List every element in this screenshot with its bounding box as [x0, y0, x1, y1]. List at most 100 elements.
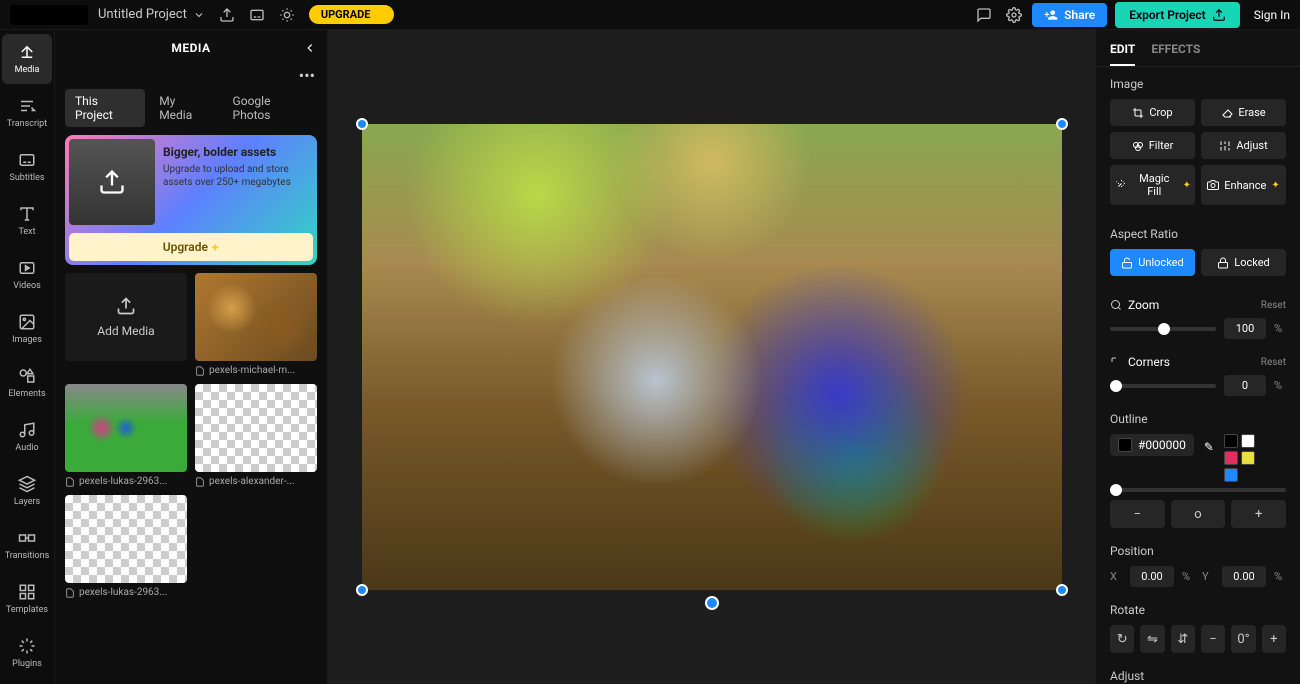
export-icon	[1212, 8, 1226, 22]
add-media-button[interactable]: Add Media	[65, 273, 187, 361]
upload-icon[interactable]	[219, 7, 235, 23]
eraser-icon	[1221, 107, 1233, 119]
resize-handle-br[interactable]	[1056, 584, 1068, 596]
enhance-button[interactable]: Enhance ✦	[1201, 165, 1286, 205]
rail-transitions[interactable]: Transitions	[2, 520, 52, 570]
camera-icon	[1207, 179, 1219, 191]
rail-transcript[interactable]: Transcript	[2, 88, 52, 138]
text-icon	[18, 205, 36, 223]
resize-handle-bl[interactable]	[356, 584, 368, 596]
swatch-blue[interactable]	[1224, 468, 1238, 482]
locked-button[interactable]: Locked	[1201, 249, 1286, 276]
rotate-plus[interactable]: +	[1262, 625, 1286, 653]
chevron-down-icon	[193, 9, 205, 21]
file-icon	[65, 477, 75, 487]
promo-upgrade-button[interactable]: Upgrade ✦	[69, 233, 313, 261]
outline-value[interactable]: o	[1171, 500, 1226, 528]
rail-templates[interactable]: Templates	[2, 574, 52, 624]
panel-title: MEDIA	[171, 41, 210, 55]
ptab-edit[interactable]: EDIT	[1110, 42, 1135, 66]
canvas-frame[interactable]	[362, 124, 1062, 590]
media-thumb[interactable]	[65, 384, 187, 472]
rail-subtitles[interactable]: Subtitles	[2, 142, 52, 192]
upgrade-pill[interactable]: UPGRADE ✦	[309, 5, 394, 24]
project-name-dropdown[interactable]: Untitled Project	[98, 7, 205, 22]
rotate-minus[interactable]: −	[1201, 625, 1225, 653]
corners-reset[interactable]: Reset	[1261, 357, 1286, 368]
file-icon	[195, 477, 205, 487]
signin-link[interactable]: Sign In	[1254, 8, 1290, 22]
filter-button[interactable]: Filter	[1110, 132, 1195, 159]
resize-handle-tr[interactable]	[1056, 118, 1068, 130]
swatch-black[interactable]	[1224, 434, 1238, 448]
corners-value[interactable]: 0	[1224, 375, 1266, 396]
rail-media[interactable]: Media	[2, 34, 52, 84]
upload-icon	[116, 296, 136, 316]
magic-fill-button[interactable]: Magic Fill ✦	[1110, 165, 1195, 205]
media-item[interactable]: pexels-michael-m...	[195, 273, 317, 376]
eyedropper-icon[interactable]: ✎	[1198, 434, 1220, 460]
transitions-icon	[18, 529, 36, 547]
media-thumb[interactable]	[195, 273, 317, 361]
tab-this-project[interactable]: This Project	[65, 89, 145, 127]
flip-h-icon[interactable]: ⇋	[1140, 625, 1164, 653]
media-panel: MEDIA ••• This Project My Media Google P…	[55, 30, 328, 684]
captions-icon[interactable]	[249, 7, 265, 23]
position-x[interactable]: 0.00	[1130, 566, 1174, 587]
zoom-reset[interactable]: Reset	[1261, 300, 1286, 311]
export-project-button[interactable]: Export Project	[1115, 2, 1239, 28]
layers-icon	[18, 475, 36, 493]
rail-audio[interactable]: Audio	[2, 412, 52, 462]
tab-my-media[interactable]: My Media	[149, 89, 218, 127]
outline-slider[interactable]	[1110, 488, 1286, 492]
swatch-yellow[interactable]	[1241, 451, 1255, 465]
outline-minus[interactable]: −	[1110, 500, 1165, 528]
tab-google-photos[interactable]: Google Photos	[223, 89, 317, 127]
settings-icon[interactable]	[1006, 7, 1022, 23]
share-button[interactable]: Share	[1032, 3, 1107, 27]
elements-icon	[18, 367, 36, 385]
theme-toggle-icon[interactable]	[279, 7, 295, 23]
rail-plugins[interactable]: Plugins	[2, 628, 52, 678]
corners-slider[interactable]	[1110, 384, 1216, 388]
canvas-image[interactable]	[362, 124, 1062, 590]
flip-v-icon[interactable]: ⇵	[1171, 625, 1195, 653]
rail-text[interactable]: Text	[2, 196, 52, 246]
rail-videos[interactable]: Videos	[2, 250, 52, 300]
corners-icon	[1110, 356, 1122, 368]
erase-button[interactable]: Erase	[1201, 99, 1286, 126]
ptab-effects[interactable]: EFFECTS	[1151, 42, 1200, 66]
section-outline: Outline	[1110, 412, 1286, 426]
collapse-panel-button[interactable]	[301, 38, 319, 61]
rail-layers[interactable]: Layers	[2, 466, 52, 516]
rotate-handle[interactable]	[705, 596, 719, 610]
outline-plus[interactable]: +	[1231, 500, 1286, 528]
swatch-pink[interactable]	[1224, 451, 1238, 465]
app-logo[interactable]	[10, 5, 88, 25]
outline-color-picker[interactable]: #000000	[1110, 434, 1194, 456]
zoom-slider[interactable]	[1110, 327, 1216, 331]
adjust-button[interactable]: Adjust	[1201, 132, 1286, 159]
zoom-label: Zoom	[1128, 298, 1159, 312]
crop-button[interactable]: Crop	[1110, 99, 1195, 126]
panel-more-button[interactable]: •••	[55, 66, 327, 89]
canvas-area[interactable]	[328, 30, 1095, 684]
resize-handle-tl[interactable]	[356, 118, 368, 130]
promo-desc: Upgrade to upload and store assets over …	[163, 163, 309, 189]
swatch-white[interactable]	[1241, 434, 1255, 448]
unlocked-button[interactable]: Unlocked	[1110, 249, 1195, 276]
zoom-value[interactable]: 100	[1224, 318, 1266, 339]
media-item[interactable]: pexels-alexander-...	[195, 384, 317, 487]
rail-elements[interactable]: Elements	[2, 358, 52, 408]
media-item[interactable]: pexels-lukas-2963...	[65, 384, 187, 487]
media-item[interactable]: pexels-lukas-2963...	[65, 495, 187, 598]
comment-icon[interactable]	[976, 7, 992, 23]
media-thumb[interactable]	[65, 495, 187, 583]
rail-images[interactable]: Images	[2, 304, 52, 354]
rotate-cw[interactable]: ↻	[1110, 625, 1134, 653]
rotate-display[interactable]: 0°	[1231, 625, 1255, 653]
position-y[interactable]: 0.00	[1222, 566, 1266, 587]
media-thumb[interactable]	[195, 384, 317, 472]
section-adjust: Adjust	[1110, 669, 1286, 683]
section-image: Image	[1110, 77, 1286, 91]
